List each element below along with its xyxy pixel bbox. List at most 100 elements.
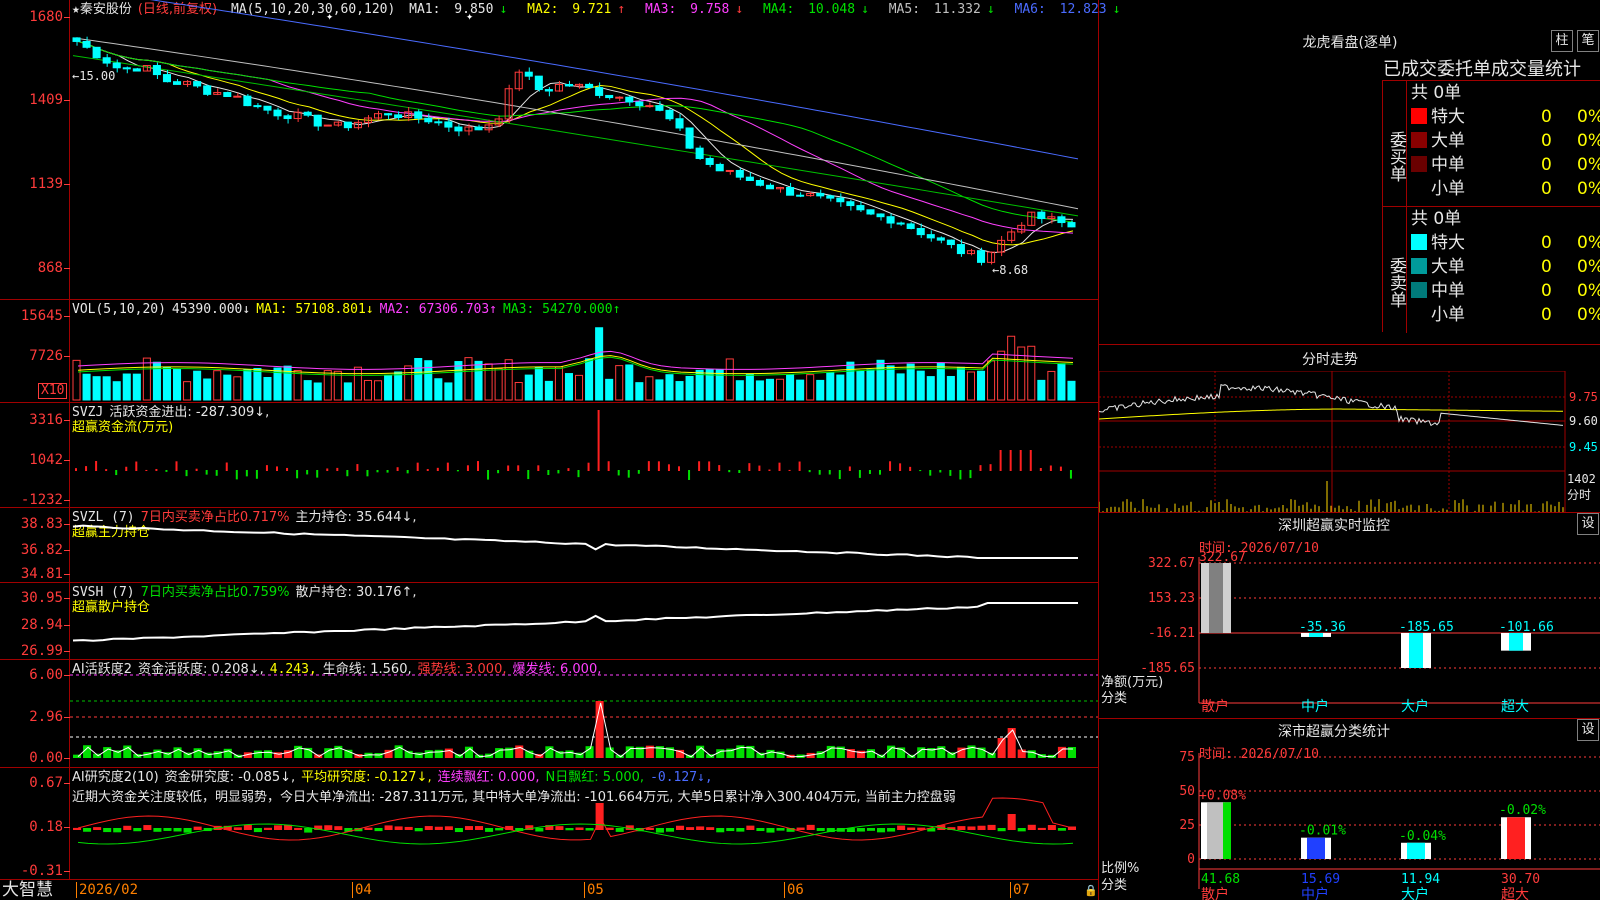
activity-bar	[263, 750, 272, 758]
candle-body	[102, 57, 111, 64]
candle-body	[926, 234, 935, 239]
research-bar	[696, 826, 705, 830]
research-bar	[163, 828, 172, 831]
order-count: 0	[1541, 233, 1552, 253]
monitor-value: 322.67	[1199, 550, 1246, 565]
activity-bar	[153, 749, 162, 758]
research-bar	[73, 827, 82, 830]
flow-bar	[426, 469, 429, 471]
sz-stats-panel[interactable]: 深市超赢分类统计 设 时间: 2026/07/10 75 50 25 0 +0.08% 4…	[1099, 718, 1600, 900]
ai-active-pane[interactable]: 6.00 2.96 0.00 AI活跃度2 资金活跃度: 0.208↓, 4.243…	[0, 660, 1098, 768]
volume-bar	[384, 374, 393, 401]
monitor-category: 中户	[1301, 698, 1329, 715]
svzj-y-axis: 3316 1042 -1232	[0, 403, 70, 507]
volume-bar	[183, 381, 192, 401]
ai-research-chart[interactable]	[70, 768, 1098, 880]
svsh-pane[interactable]: 30.95 28.94 26.99 SVSH (7) 7日内买卖净占比0.759%…	[0, 583, 1098, 660]
flow-bar	[848, 466, 851, 471]
sz-monitor-panel[interactable]: 深圳超赢实时监控 设 时间: 2026/07/10 322.67 153.23 -1…	[1099, 512, 1600, 718]
lock-icon[interactable]: 🔒	[1084, 884, 1098, 897]
color-swatch	[1411, 234, 1427, 250]
candlestick-chart[interactable]: ←15.00 ←8.68 ✦ ✦	[70, 0, 1098, 300]
research-bar	[274, 825, 283, 830]
flow-bar	[768, 469, 771, 471]
volume-bar	[926, 376, 935, 401]
flow-bar	[949, 470, 952, 476]
volume-bar	[846, 361, 855, 401]
research-bar	[776, 828, 785, 831]
event-marker-icon: ✦	[466, 9, 473, 23]
activity-bar	[444, 748, 453, 758]
volume-chart[interactable]	[70, 300, 1098, 403]
candle-body	[243, 95, 252, 107]
volume-bar	[765, 378, 775, 401]
volume-bar	[906, 363, 915, 401]
volume-bar	[1027, 345, 1036, 401]
stats-category: 超大	[1501, 887, 1529, 900]
svzl-tick: 34.81	[20, 566, 63, 582]
research-bar	[444, 826, 453, 830]
research-bar	[143, 825, 152, 830]
ai-research-pane[interactable]: 0.67 0.18 -0.31 AI研究度2(10) 资金研究度: -0.085↓…	[0, 768, 1098, 880]
date-label: 06	[784, 882, 804, 898]
svsh-chart[interactable]	[70, 583, 1098, 660]
research-bar	[977, 825, 986, 830]
flow-bar	[587, 462, 590, 471]
volume-bar	[585, 358, 594, 401]
research-bar	[736, 828, 745, 832]
candle-body	[454, 126, 463, 132]
svsh-tick: 26.99	[20, 643, 63, 659]
svzj-pane[interactable]: 3316 1042 -1232 SVZJ 活跃资金进出: -287.309↓, 超…	[0, 403, 1098, 508]
candle-body	[343, 121, 352, 129]
activity-bar	[414, 752, 423, 758]
svzl-pane[interactable]: 38.83 36.82 34.81 SVZL (7) 7日内买卖净占比0.717%…	[0, 508, 1098, 583]
order-pct: 0%	[1577, 107, 1600, 127]
candle-body	[605, 94, 614, 99]
svzl-chart[interactable]	[70, 508, 1098, 583]
ma-line	[149, 0, 1079, 160]
tick-view-button[interactable]: 笔	[1577, 30, 1599, 52]
candle-body	[725, 169, 734, 172]
flow-bar	[205, 470, 208, 475]
volume-bar	[494, 367, 503, 401]
research-bar	[1007, 814, 1016, 830]
price-pane[interactable]: 1680 1409 1139 868 ★秦安股份 (日线,前复权) MA(5,10…	[0, 0, 1120, 300]
ai-active-chart[interactable]	[70, 660, 1098, 768]
volume-bar	[193, 370, 202, 401]
flow-bar	[346, 470, 349, 477]
stats-category: 散户	[1201, 886, 1229, 900]
candle-body	[444, 121, 453, 128]
volume-bar	[444, 382, 453, 401]
candle-body	[585, 83, 594, 89]
intraday-tick: 9.60	[1569, 414, 1598, 428]
stats-category: 中户	[1301, 886, 1329, 900]
research-bar	[555, 826, 564, 830]
ai-research-tick: 0.18	[29, 819, 63, 835]
volume-bar	[796, 379, 805, 401]
research-bar	[806, 824, 815, 830]
volume-bar	[263, 377, 272, 401]
research-bar	[987, 824, 996, 830]
flow-bar	[507, 465, 510, 471]
flow-bar	[286, 467, 289, 471]
flow-bar	[557, 470, 560, 474]
flow-bar	[969, 470, 972, 479]
research-bar	[384, 825, 393, 830]
research-bar	[665, 828, 674, 832]
candle-body	[987, 251, 996, 263]
volume-bar	[343, 382, 352, 401]
intraday-panel[interactable]: 分时走势 9.75 9.60 9.45 1402 分时	[1099, 344, 1600, 513]
color-swatch	[1411, 258, 1427, 274]
candle-body	[635, 101, 644, 107]
date-label: 07	[1010, 882, 1030, 898]
dragon-tabs[interactable]: 已成交委托单成交量统计	[1383, 55, 1600, 81]
bar-view-button[interactable]: 柱	[1551, 30, 1573, 52]
candle-body	[786, 186, 795, 196]
volume-pane[interactable]: 15645 7726 X10 VOL(5,10,20) 45390.000↓ MA1…	[0, 300, 1098, 403]
sell-order-box: 委卖单 共 0单 特大 0 0% 大单 0 0% 中单 0 0% 小单 0 0%	[1382, 206, 1600, 333]
svzj-chart[interactable]	[70, 403, 1098, 508]
candle-body	[735, 169, 744, 178]
volume-bar	[675, 381, 684, 401]
order-pct: 0%	[1577, 233, 1600, 253]
activity-bar	[193, 748, 202, 758]
